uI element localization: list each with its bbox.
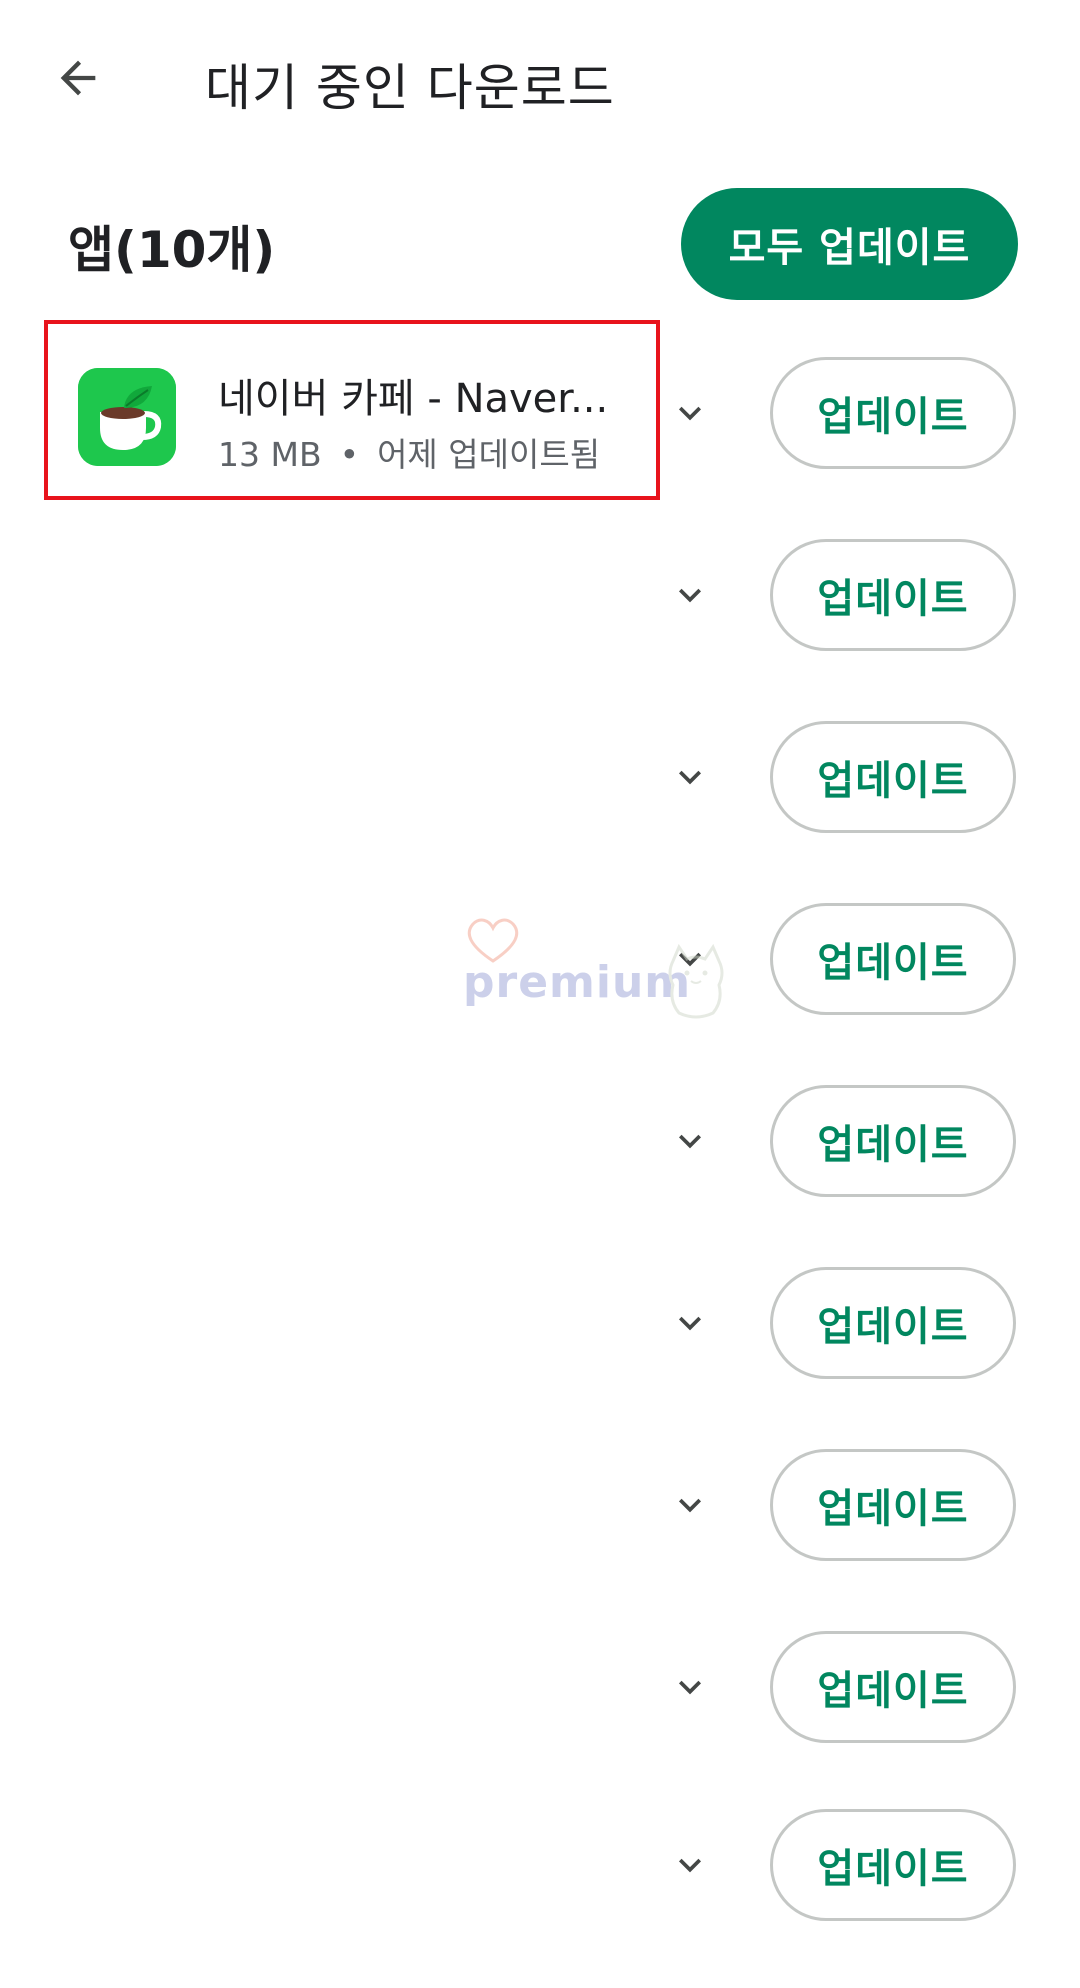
update-button[interactable]: 업데이트 [770,721,1016,833]
list-item: 업데이트 [0,1446,1080,1628]
chevron-down-icon [679,588,701,603]
separator-dot: • [339,435,360,474]
chevron-down-icon [679,1134,701,1149]
expand-button[interactable] [662,1837,718,1893]
chevron-down-icon [679,1680,701,1695]
back-button[interactable] [38,38,118,118]
chevron-down-icon [679,1858,701,1873]
list-item: 업데이트 [0,1264,1080,1446]
update-button[interactable]: 업데이트 [770,539,1016,651]
top-app-bar: 대기 중인 다운로드 [0,0,1080,165]
section-title: 앱(10개) [68,221,276,279]
list-item: 업데이트 [0,1628,1080,1810]
coffee-cup-leaf-icon [78,368,176,466]
page-title: 대기 중인 다운로드 [205,59,615,117]
list-item: 업데이트 [0,1082,1080,1264]
app-meta: 13 MB • 어제 업데이트됨 [218,428,600,476]
expand-button[interactable] [662,567,718,623]
update-button[interactable]: 업데이트 [770,357,1016,469]
update-all-button[interactable]: 모두 업데이트 [681,188,1018,300]
update-button[interactable]: 업데이트 [770,1085,1016,1197]
watermark-text: premium [463,957,692,1008]
update-button[interactable]: 업데이트 [770,1267,1016,1379]
app-status: 어제 업데이트됨 [377,435,601,474]
list-item: 네이버 카페 - Naver... 13 MB • 어제 업데이트됨 업데이트 [0,320,1080,536]
expand-button[interactable] [662,1113,718,1169]
chevron-down-icon [679,406,701,421]
chevron-down-icon [679,1316,701,1331]
app-name: 네이버 카페 - Naver... [218,376,609,422]
expand-button[interactable] [662,1295,718,1351]
list-item: 업데이트 [0,536,1080,718]
chevron-down-icon [679,770,701,785]
expand-button[interactable] [662,1659,718,1715]
app-size: 13 MB [218,435,322,474]
update-button[interactable]: 업데이트 [770,1449,1016,1561]
expand-button[interactable] [662,385,718,441]
chevron-down-icon [679,1498,701,1513]
watermark: premium [463,915,733,1025]
app-item-naver-cafe[interactable]: 네이버 카페 - Naver... 13 MB • 어제 업데이트됨 [44,320,660,500]
update-button[interactable]: 업데이트 [770,1631,1016,1743]
expand-button[interactable] [662,1477,718,1533]
update-button[interactable]: 업데이트 [770,903,1016,1015]
update-button[interactable]: 업데이트 [770,1809,1016,1921]
cat-icon [668,943,724,1019]
expand-button[interactable] [662,749,718,805]
list-item: 업데이트 [0,718,1080,900]
list-item: 업데이트 [0,1806,1080,1988]
arrow-left-icon [60,60,96,96]
